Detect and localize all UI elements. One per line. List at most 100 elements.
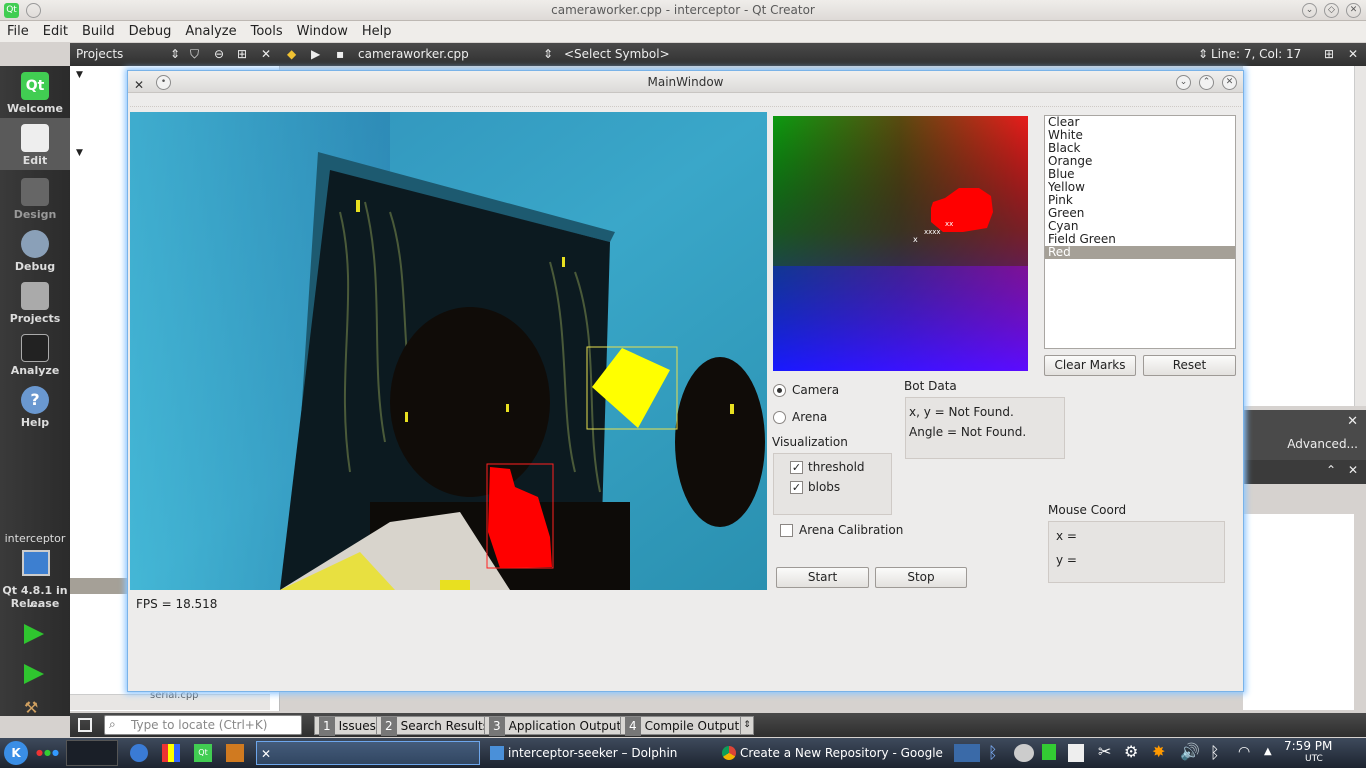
scissors-icon[interactable]: ✂ (1098, 742, 1111, 761)
mode-design[interactable]: Design (0, 178, 70, 221)
notes-icon[interactable] (1068, 744, 1084, 762)
arena-calibration-label[interactable]: Arena Calibration (799, 523, 903, 537)
menu-debug[interactable]: Debug (122, 21, 179, 42)
threshold-label[interactable]: threshold (808, 460, 865, 474)
projects-selector[interactable]: Projects (76, 43, 123, 66)
build-hammer-icon[interactable]: ⚒ (24, 698, 44, 717)
more-tabs-icon[interactable]: ⇕ (740, 716, 754, 735)
close-icon[interactable]: ✕ (1222, 75, 1237, 90)
arena-calibration-checkbox[interactable] (780, 524, 793, 537)
toggle-sidebar-icon[interactable] (78, 718, 92, 732)
close-pane-icon[interactable]: ✕ (1348, 463, 1358, 477)
close-icon[interactable]: ✕ (1346, 3, 1361, 18)
sort-chevron-icon[interactable]: ⇕ (170, 43, 180, 66)
bluetooth-icon[interactable]: ᛒ (988, 743, 998, 762)
minimize-icon[interactable]: ⌄ (1302, 3, 1317, 18)
kde-menu-icon[interactable]: K (4, 741, 28, 765)
clock-time[interactable]: 7:59 PM (1284, 739, 1332, 753)
window-menu-icon[interactable]: • (156, 75, 171, 90)
display-icon[interactable] (954, 744, 980, 762)
blobs-label[interactable]: blobs (808, 480, 840, 494)
link-icon[interactable]: ⊖ (214, 43, 224, 66)
arena-radio[interactable] (773, 411, 786, 424)
notification-burst-icon[interactable]: ✸ (1152, 742, 1165, 761)
menu-window[interactable]: Window (290, 21, 355, 42)
task-mainwindow[interactable]: ✕ (256, 741, 480, 765)
editor-vscrollbar[interactable] (1354, 66, 1366, 406)
updates-icon[interactable] (1042, 744, 1056, 760)
qt-creator-launcher-icon[interactable]: Qt (194, 744, 212, 762)
mode-help[interactable]: ? Help (0, 386, 70, 429)
archive-icon[interactable] (226, 744, 244, 762)
maximize-icon[interactable]: ⌃ (1199, 75, 1214, 90)
find-close-icon[interactable]: ✕ (1347, 414, 1358, 429)
list-item[interactable]: Field Green (1045, 233, 1235, 246)
blobs-checkbox[interactable]: ✓ (790, 481, 803, 494)
split-editor-icon[interactable]: ⊞ (1324, 43, 1334, 66)
network-globe-icon[interactable] (1014, 744, 1034, 762)
menu-build[interactable]: Build (75, 21, 122, 42)
task-chrome[interactable]: Create a New Repository - Google Ch (720, 741, 946, 765)
menu-analyze[interactable]: Analyze (178, 21, 243, 42)
menu-tools[interactable]: Tools (244, 21, 290, 42)
tree-collapse-icon[interactable]: ▼ (76, 70, 83, 80)
tab-search-results[interactable]: 2 Search Results (376, 716, 495, 736)
maximize-pane-icon[interactable]: ⌃ (1326, 463, 1336, 477)
symbol-selector[interactable]: <Select Symbol> (564, 43, 670, 66)
run-icon[interactable] (24, 624, 44, 644)
desktop-pager[interactable] (66, 740, 118, 766)
menu-help[interactable]: Help (355, 21, 399, 42)
back-arrow-icon[interactable]: ◆ (287, 43, 296, 66)
close-editor-icon[interactable]: ✕ (1348, 43, 1358, 66)
list-item[interactable]: Yellow (1045, 181, 1235, 194)
camera-view[interactable] (130, 112, 767, 590)
activities-icon[interactable]: ●●● (36, 748, 59, 757)
menu-file[interactable]: File (0, 21, 36, 42)
list-item-selected[interactable]: Red (1045, 246, 1235, 259)
minimize-icon[interactable]: ⌄ (1176, 75, 1191, 90)
tray-expand-icon[interactable]: ▲ (1264, 746, 1272, 757)
forward-arrow-icon[interactable]: ▶ (311, 43, 320, 66)
close-panel-icon[interactable]: ✕ (261, 43, 271, 66)
volume-icon[interactable]: 🔊 (1180, 742, 1200, 761)
tree-selected-row[interactable] (70, 578, 127, 594)
arena-radio-label[interactable]: Arena (792, 410, 827, 424)
symbol-dropdown-icon[interactable]: ⇕ (1198, 43, 1208, 66)
code-editor[interactable] (1243, 66, 1354, 406)
find-advanced-link[interactable]: Advanced... (1287, 437, 1358, 451)
camera-radio-label[interactable]: Camera (792, 383, 839, 397)
threshold-checkbox[interactable]: ✓ (790, 461, 803, 474)
tab-issues[interactable]: 1 Issues (314, 716, 381, 736)
bluetooth-tray-icon[interactable]: ᛒ (1210, 743, 1220, 762)
locator-input[interactable]: ⌕ Type to locate (Ctrl+K) (104, 715, 302, 735)
browser-icon[interactable] (130, 744, 148, 762)
clear-marks-button[interactable]: Clear Marks (1044, 355, 1136, 376)
restore-icon[interactable]: ◇ (1324, 3, 1339, 18)
camera-radio[interactable] (773, 384, 786, 397)
tree-collapse-icon[interactable]: ▼ (76, 148, 83, 158)
mode-debug[interactable]: Debug (0, 230, 70, 273)
kit-monitor-icon[interactable] (22, 550, 50, 576)
mode-edit[interactable]: Edit (0, 118, 70, 170)
file-dropdown-icon[interactable]: ⇕ (543, 43, 553, 66)
mode-welcome[interactable]: Qt Welcome (0, 72, 70, 115)
color-class-list[interactable]: Clear White Black Orange Blue Yellow Pin… (1044, 115, 1236, 349)
settings-gear-icon[interactable]: ⚙ (1124, 742, 1138, 761)
wifi-icon[interactable]: ◠ (1238, 744, 1250, 760)
file-selector[interactable]: cameraworker.cpp (358, 43, 469, 66)
menu-edit[interactable]: Edit (36, 21, 75, 42)
package-icon[interactable] (162, 744, 180, 762)
tab-application-output[interactable]: 3 Application Output (484, 716, 627, 736)
reset-button[interactable]: Reset (1143, 355, 1236, 376)
mode-projects[interactable]: Projects (0, 282, 70, 325)
split-icon[interactable]: ⊞ (237, 43, 247, 66)
task-dolphin[interactable]: interceptor-seeker – Dolphin (488, 741, 713, 765)
tab-compile-output[interactable]: 4 Compile Output (620, 716, 745, 736)
debug-run-icon[interactable] (24, 664, 44, 684)
window-menu-icon[interactable] (26, 3, 41, 18)
start-button[interactable]: Start (776, 567, 869, 588)
color-space-view[interactable]: x xxxx xx (773, 116, 1028, 371)
stop-button[interactable]: Stop (875, 567, 967, 588)
filter-icon[interactable]: ⛉ (190, 43, 199, 66)
mode-analyze[interactable]: Analyze (0, 334, 70, 377)
